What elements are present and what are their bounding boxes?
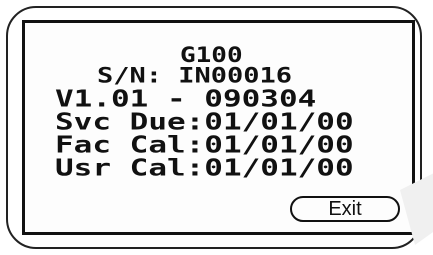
lcd-panel: G100 S/N: IN00016 V1.01 - 090304 Svc Due… — [22, 20, 415, 235]
serial-number: S/N: IN00016 — [97, 63, 293, 89]
factory-calibration-date: Fac Cal:01/01/00 — [55, 131, 354, 159]
exit-button[interactable]: Exit — [290, 196, 400, 222]
service-due-date: Svc Due:01/01/00 — [55, 108, 354, 136]
user-calibration-date: Usr Cal:01/01/00 — [55, 154, 354, 182]
device-frame: G100 S/N: IN00016 V1.01 - 090304 Svc Due… — [0, 0, 433, 255]
firmware-version: V1.01 - 090304 — [55, 85, 317, 113]
